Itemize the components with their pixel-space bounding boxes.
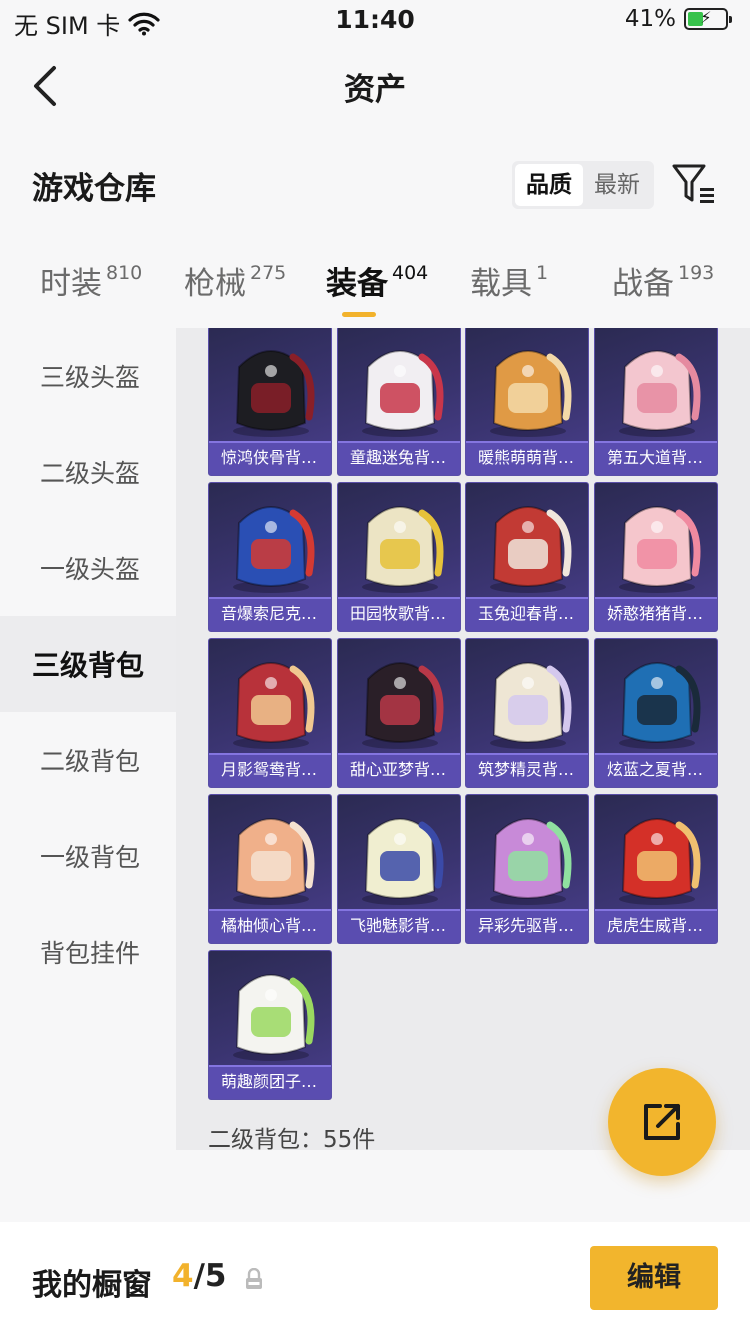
sidebar-item-backpack-charm[interactable]: 背包挂件 bbox=[0, 904, 176, 1000]
black-armored-backpack-icon bbox=[233, 350, 315, 437]
item-card[interactable]: 虎虎生威背… bbox=[594, 794, 718, 944]
showcase-separator: / bbox=[193, 1258, 205, 1294]
tab-firearms[interactable]: 枪械 275 bbox=[184, 258, 286, 303]
battery-percent: 41% bbox=[624, 6, 676, 32]
status-bar: 无 SIM 卡 11:40 41% ⚡ bbox=[0, 0, 750, 40]
item-card[interactable]: 月影鸳鸯背… bbox=[208, 638, 332, 788]
edit-button[interactable]: 编辑 bbox=[590, 1246, 718, 1310]
citrus-backpack-icon bbox=[233, 818, 315, 905]
item-name: 甜心亚梦背… bbox=[338, 753, 460, 787]
tab-vehicles[interactable]: 载具 1 bbox=[470, 258, 548, 303]
tab-equipment[interactable]: 装备 404 bbox=[326, 258, 428, 303]
showcase-current: 4 bbox=[172, 1258, 194, 1294]
item-name: 异彩先驱背… bbox=[466, 909, 588, 943]
showcase-count: 4/5 bbox=[172, 1258, 226, 1294]
piggy-backpack-icon bbox=[619, 506, 701, 593]
dumpling-backpack-icon bbox=[233, 974, 315, 1061]
category-tabs: 时装 810 枪械 275 装备 404 载具 1 战备 193 bbox=[0, 258, 750, 318]
item-card[interactable]: 娇憨猪猪背… bbox=[594, 482, 718, 632]
share-button[interactable] bbox=[608, 1068, 716, 1176]
pink-quilted-backpack-icon bbox=[619, 350, 701, 437]
tiger-backpack-icon bbox=[619, 818, 701, 905]
sidebar-item-backpack-3[interactable]: 三级背包 bbox=[0, 616, 176, 712]
sidebar: 三级头盔 二级头盔 一级头盔 三级背包 二级背包 一级背包 背包挂件 bbox=[0, 328, 176, 1148]
nav-bar: 资产 bbox=[0, 50, 750, 120]
item-card[interactable]: 炫蓝之夏背… bbox=[594, 638, 718, 788]
item-card[interactable]: 音爆索尼克… bbox=[208, 482, 332, 632]
sort-option-quality[interactable]: 品质 bbox=[515, 164, 583, 206]
item-card[interactable]: 第五大道背… bbox=[594, 328, 718, 476]
item-card[interactable]: 惊鸿侠骨背… bbox=[208, 328, 332, 476]
item-name: 萌趣颜团子… bbox=[209, 1065, 331, 1099]
item-name: 橘柚倾心背… bbox=[209, 909, 331, 943]
item-name: 暖熊萌萌背… bbox=[466, 441, 588, 475]
item-name: 筑梦精灵背… bbox=[466, 753, 588, 787]
item-name: 第五大道背… bbox=[595, 441, 717, 475]
feather-backpack-icon bbox=[233, 662, 315, 749]
filter-icon[interactable] bbox=[670, 162, 718, 206]
status-right: 41% ⚡ bbox=[624, 6, 732, 32]
item-name: 音爆索尼克… bbox=[209, 597, 331, 631]
racer-backpack-icon bbox=[362, 818, 444, 905]
sidebar-item-helmet-1[interactable]: 一级头盔 bbox=[0, 520, 176, 616]
item-card[interactable]: 筑梦精灵背… bbox=[465, 638, 589, 788]
active-tab-indicator bbox=[342, 312, 376, 317]
showcase-label: 我的橱窗 bbox=[32, 1268, 152, 1303]
item-name: 童趣迷兔背… bbox=[338, 441, 460, 475]
item-name: 娇憨猪猪背… bbox=[595, 597, 717, 631]
red-rabbit-backpack-icon bbox=[490, 506, 572, 593]
bunny-bow-backpack-icon bbox=[362, 350, 444, 437]
item-card[interactable]: 田园牧歌背… bbox=[337, 482, 461, 632]
bear-backpack-icon bbox=[490, 350, 572, 437]
flower-basket-backpack-icon bbox=[362, 506, 444, 593]
sort-option-newest[interactable]: 最新 bbox=[583, 164, 651, 206]
showcase-bar: 我的橱窗 4/5 编辑 bbox=[0, 1222, 750, 1334]
sidebar-item-backpack-2[interactable]: 二级背包 bbox=[0, 712, 176, 808]
page-title: 资产 bbox=[344, 72, 406, 108]
item-card[interactable]: 异彩先驱背… bbox=[465, 794, 589, 944]
colorful-monster-backpack-icon bbox=[490, 818, 572, 905]
sidebar-item-helmet-2[interactable]: 二级头盔 bbox=[0, 424, 176, 520]
item-name: 虎虎生威背… bbox=[595, 909, 717, 943]
lock-icon bbox=[246, 1268, 262, 1289]
sidebar-item-backpack-1[interactable]: 一级背包 bbox=[0, 808, 176, 904]
sidebar-item-helmet-3[interactable]: 三级头盔 bbox=[0, 328, 176, 424]
section-title: 游戏仓库 bbox=[32, 171, 156, 207]
item-name: 玉兔迎春背… bbox=[466, 597, 588, 631]
item-card[interactable]: 飞驰魅影背… bbox=[337, 794, 461, 944]
item-name: 月影鸳鸯背… bbox=[209, 753, 331, 787]
item-name: 飞驰魅影背… bbox=[338, 909, 460, 943]
item-name: 田园牧歌背… bbox=[338, 597, 460, 631]
showcase-total: 5 bbox=[204, 1258, 227, 1294]
item-card[interactable]: 橘柚倾心背… bbox=[208, 794, 332, 944]
share-external-icon bbox=[644, 1104, 680, 1140]
item-card[interactable]: 甜心亚梦背… bbox=[337, 638, 461, 788]
item-name: 炫蓝之夏背… bbox=[595, 753, 717, 787]
fairy-backpack-icon bbox=[490, 662, 572, 749]
item-card[interactable]: 萌趣颜团子… bbox=[208, 950, 332, 1100]
blue-summer-backpack-icon bbox=[619, 662, 701, 749]
sonic-backpack-icon bbox=[233, 506, 315, 593]
sort-toggle: 品质 最新 bbox=[512, 161, 654, 209]
item-card[interactable]: 童趣迷兔背… bbox=[337, 328, 461, 476]
battery-icon: ⚡ bbox=[684, 8, 732, 30]
item-grid: 惊鸿侠骨背… 童趣迷兔背… 暖熊萌萌背… 第五大道背… 音爆索尼克… 田园牧歌背… 玉兔迎春… bbox=[176, 328, 750, 1150]
item-card[interactable]: 暖熊萌萌背… bbox=[465, 328, 589, 476]
tab-fashion[interactable]: 时装 810 bbox=[40, 258, 142, 303]
tab-supplies[interactable]: 战备 193 bbox=[612, 258, 714, 303]
item-name: 惊鸿侠骨背… bbox=[209, 441, 331, 475]
item-card[interactable]: 玉兔迎春背… bbox=[465, 482, 589, 632]
grid-footer-count: 二级背包：55件 bbox=[208, 1127, 376, 1153]
quilted-dark-backpack-icon bbox=[362, 662, 444, 749]
